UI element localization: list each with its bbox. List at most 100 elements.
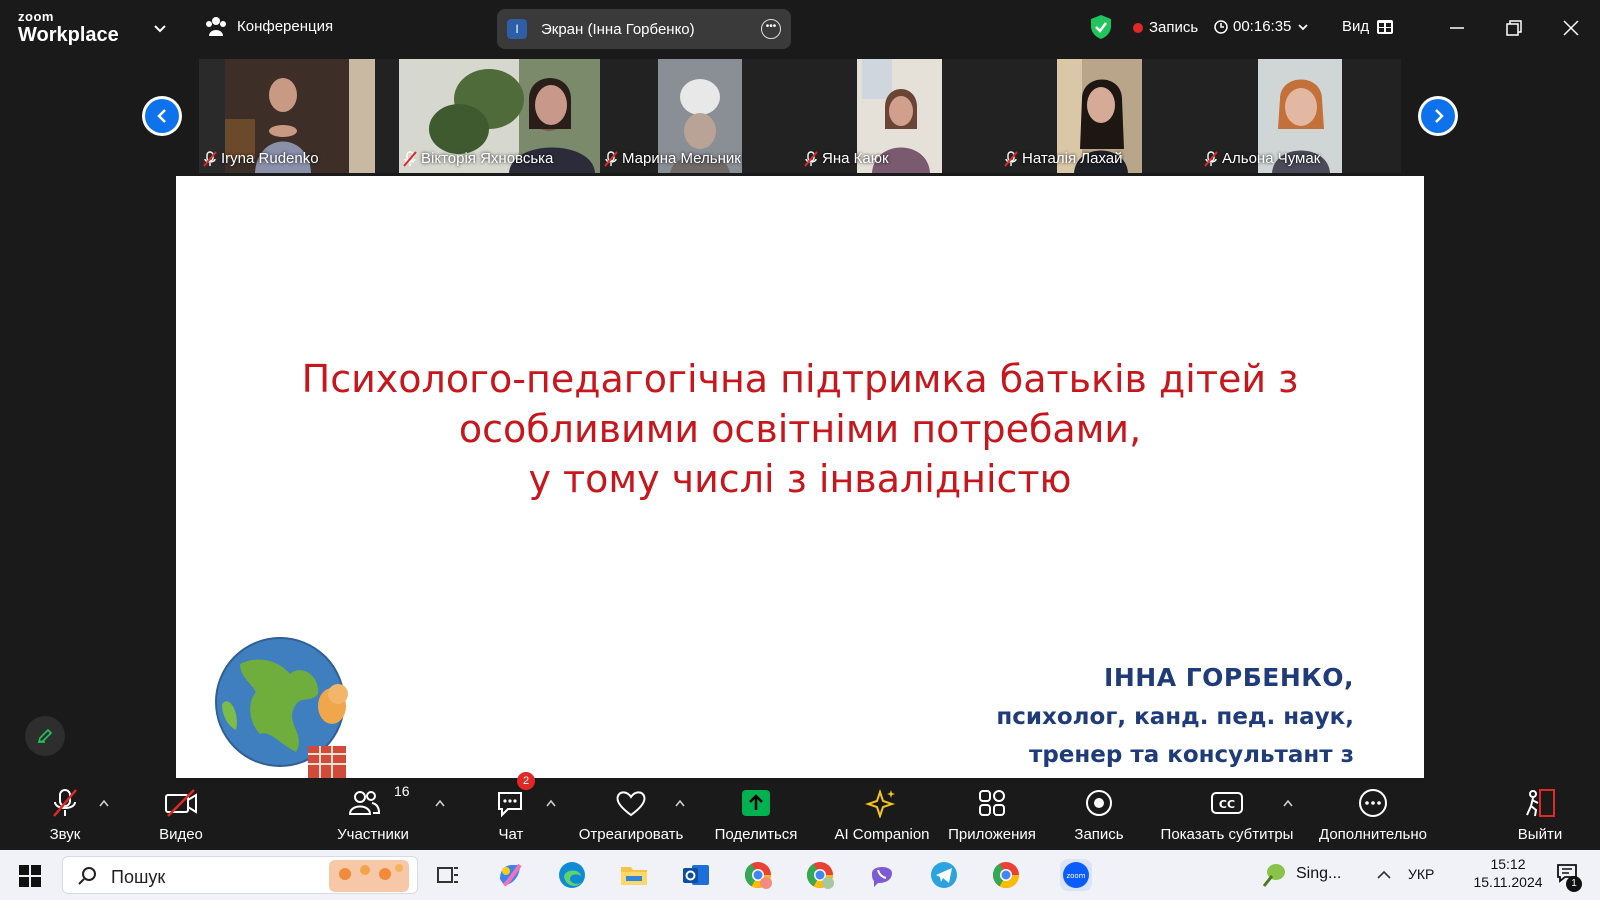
- participant-tile[interactable]: Яна Каюк: [800, 59, 1000, 173]
- strip-next-button[interactable]: [1418, 96, 1458, 136]
- meeting-timer[interactable]: 00:16:35: [1214, 18, 1310, 35]
- share-screen-icon: [742, 790, 770, 816]
- close-icon[interactable]: [1559, 16, 1583, 40]
- annotate-button[interactable]: [25, 716, 65, 756]
- mic-muted-icon: [1004, 150, 1018, 167]
- record-label: Запись: [1074, 826, 1124, 843]
- chrome-profile-icon[interactable]: [804, 859, 836, 891]
- apps-button[interactable]: Приложения: [942, 778, 1042, 850]
- pencil-icon: [37, 728, 53, 744]
- author-name: ІННА ГОРБЕНКО,: [1104, 663, 1354, 692]
- participants-icon: [348, 791, 380, 815]
- participant-tile[interactable]: Марина Мельник: [600, 59, 800, 173]
- caret-up-icon[interactable]: [434, 798, 446, 808]
- mic-muted-icon: [53, 789, 77, 817]
- participants-button[interactable]: 16 Участники: [326, 778, 420, 850]
- leave-door-icon: [1526, 789, 1555, 817]
- participant-tile[interactable]: Iryna Rudenko: [199, 59, 375, 173]
- participant-name: Iryna Rudenko: [203, 150, 319, 167]
- task-view-icon[interactable]: [432, 859, 464, 891]
- restore-icon[interactable]: [1502, 16, 1526, 40]
- ai-companion-button[interactable]: AI Companion: [822, 778, 942, 850]
- chrome-icon[interactable]: [990, 859, 1022, 891]
- logo-line1: zoom: [18, 9, 54, 24]
- shared-screen-slide: Психолого-педагогічна підтримка батьків …: [176, 176, 1424, 778]
- slide-title-line: Психолого-педагогічна підтримка батьків …: [301, 357, 1299, 401]
- taskbar-search[interactable]: Пошук: [62, 856, 418, 894]
- leave-label: Выйти: [1517, 826, 1563, 843]
- chat-icon: [498, 792, 522, 818]
- meeting-toolbar: Звук Видео 16 Участники 2 Чат Отреагиров…: [0, 772, 1600, 850]
- tray-app[interactable]: Sing...: [1260, 850, 1370, 900]
- strip-prev-button[interactable]: [142, 96, 182, 136]
- mic-muted-icon: [804, 150, 818, 167]
- globe-illustration: [215, 637, 348, 778]
- search-highlight-image: [329, 860, 409, 892]
- participants-count: 16: [394, 783, 410, 799]
- screen-share-indicator[interactable]: I Экран (Інна Горбенко) •••: [497, 9, 791, 49]
- captions-button[interactable]: CC Показать субтитры: [1156, 778, 1298, 850]
- zoom-app-icon[interactable]: zoom: [1060, 859, 1092, 891]
- caret-up-icon[interactable]: [674, 798, 686, 808]
- video-off-icon: [165, 789, 197, 817]
- slide-title: Психолого-педагогічна підтримка батьків …: [176, 354, 1424, 504]
- clock-time: 15:12: [1490, 856, 1526, 872]
- more-options-icon[interactable]: •••: [761, 19, 781, 39]
- more-icon: [1359, 789, 1387, 817]
- search-label: Пошук: [111, 867, 166, 887]
- closed-captions-icon: CC: [1211, 792, 1243, 814]
- svg-text:zoom: zoom: [1066, 872, 1085, 880]
- video-label: Видео: [159, 826, 203, 843]
- telegram-icon[interactable]: [928, 859, 960, 891]
- caret-up-icon[interactable]: [545, 798, 557, 808]
- caret-up-icon[interactable]: [1282, 798, 1294, 808]
- chevron-down-icon[interactable]: [150, 18, 170, 38]
- security-shield-icon[interactable]: [1090, 14, 1112, 40]
- share-button[interactable]: Поделиться: [706, 778, 806, 850]
- chevron-right-icon: [1435, 109, 1444, 123]
- edge-browser-icon[interactable]: [556, 859, 588, 891]
- chevron-up-icon[interactable]: [1376, 868, 1392, 882]
- copilot-icon[interactable]: [494, 859, 526, 891]
- view-button[interactable]: Вид: [1342, 18, 1394, 35]
- participant-tile[interactable]: Вікторія Яхновська: [399, 59, 600, 173]
- viber-icon[interactable]: [866, 859, 898, 891]
- slide-title-line: у тому числі з інвалідністю: [528, 457, 1072, 501]
- chat-label: Чат: [498, 826, 524, 843]
- sparkle-icon: [865, 788, 896, 818]
- chrome-icon[interactable]: [742, 859, 774, 891]
- file-explorer-icon[interactable]: [618, 859, 650, 891]
- input-language[interactable]: УКР: [1408, 866, 1434, 882]
- video-button[interactable]: Видео: [140, 778, 222, 850]
- people-icon: [206, 17, 226, 36]
- timer-value: 00:16:35: [1233, 18, 1292, 35]
- mic-muted-icon: [604, 150, 618, 167]
- presenter-avatar: I: [507, 19, 527, 39]
- react-button[interactable]: Отреагировать: [572, 778, 690, 850]
- participant-tile[interactable]: Наталія Лахай: [1000, 59, 1200, 173]
- participant-name: Вікторія Яхновська: [403, 150, 553, 167]
- windows-start-icon[interactable]: [19, 865, 41, 887]
- slide-title-line: особливими освітніми потребами,: [458, 407, 1142, 451]
- chevron-left-icon: [157, 109, 166, 123]
- audio-button[interactable]: Звук: [24, 778, 106, 850]
- zoom-logo: zoom Workplace: [18, 10, 119, 45]
- more-button[interactable]: Дополнительно: [1314, 778, 1432, 850]
- participant-tile[interactable]: Альона Чумак: [1200, 59, 1401, 173]
- conference-menu[interactable]: Конференция: [205, 16, 333, 36]
- outlook-icon[interactable]: [680, 859, 712, 891]
- minimize-icon[interactable]: [1445, 16, 1469, 40]
- caret-up-icon[interactable]: [98, 798, 110, 808]
- apps-label: Приложения: [948, 826, 1036, 843]
- clock-icon: [1214, 19, 1228, 34]
- recording-indicator[interactable]: Запись: [1133, 19, 1198, 36]
- record-button[interactable]: Запись: [1058, 778, 1140, 850]
- notifications-button[interactable]: 1: [1552, 850, 1586, 900]
- participant-name: Яна Каюк: [804, 150, 889, 167]
- participant-name: Альона Чумак: [1204, 150, 1320, 167]
- taskbar-clock[interactable]: 15:12 15.11.2024: [1466, 850, 1550, 900]
- leave-button[interactable]: Выйти: [1500, 778, 1580, 850]
- chat-button[interactable]: 2 Чат: [470, 772, 552, 850]
- chat-unread-badge: 2: [517, 772, 535, 790]
- chevron-down-icon: [1298, 23, 1309, 30]
